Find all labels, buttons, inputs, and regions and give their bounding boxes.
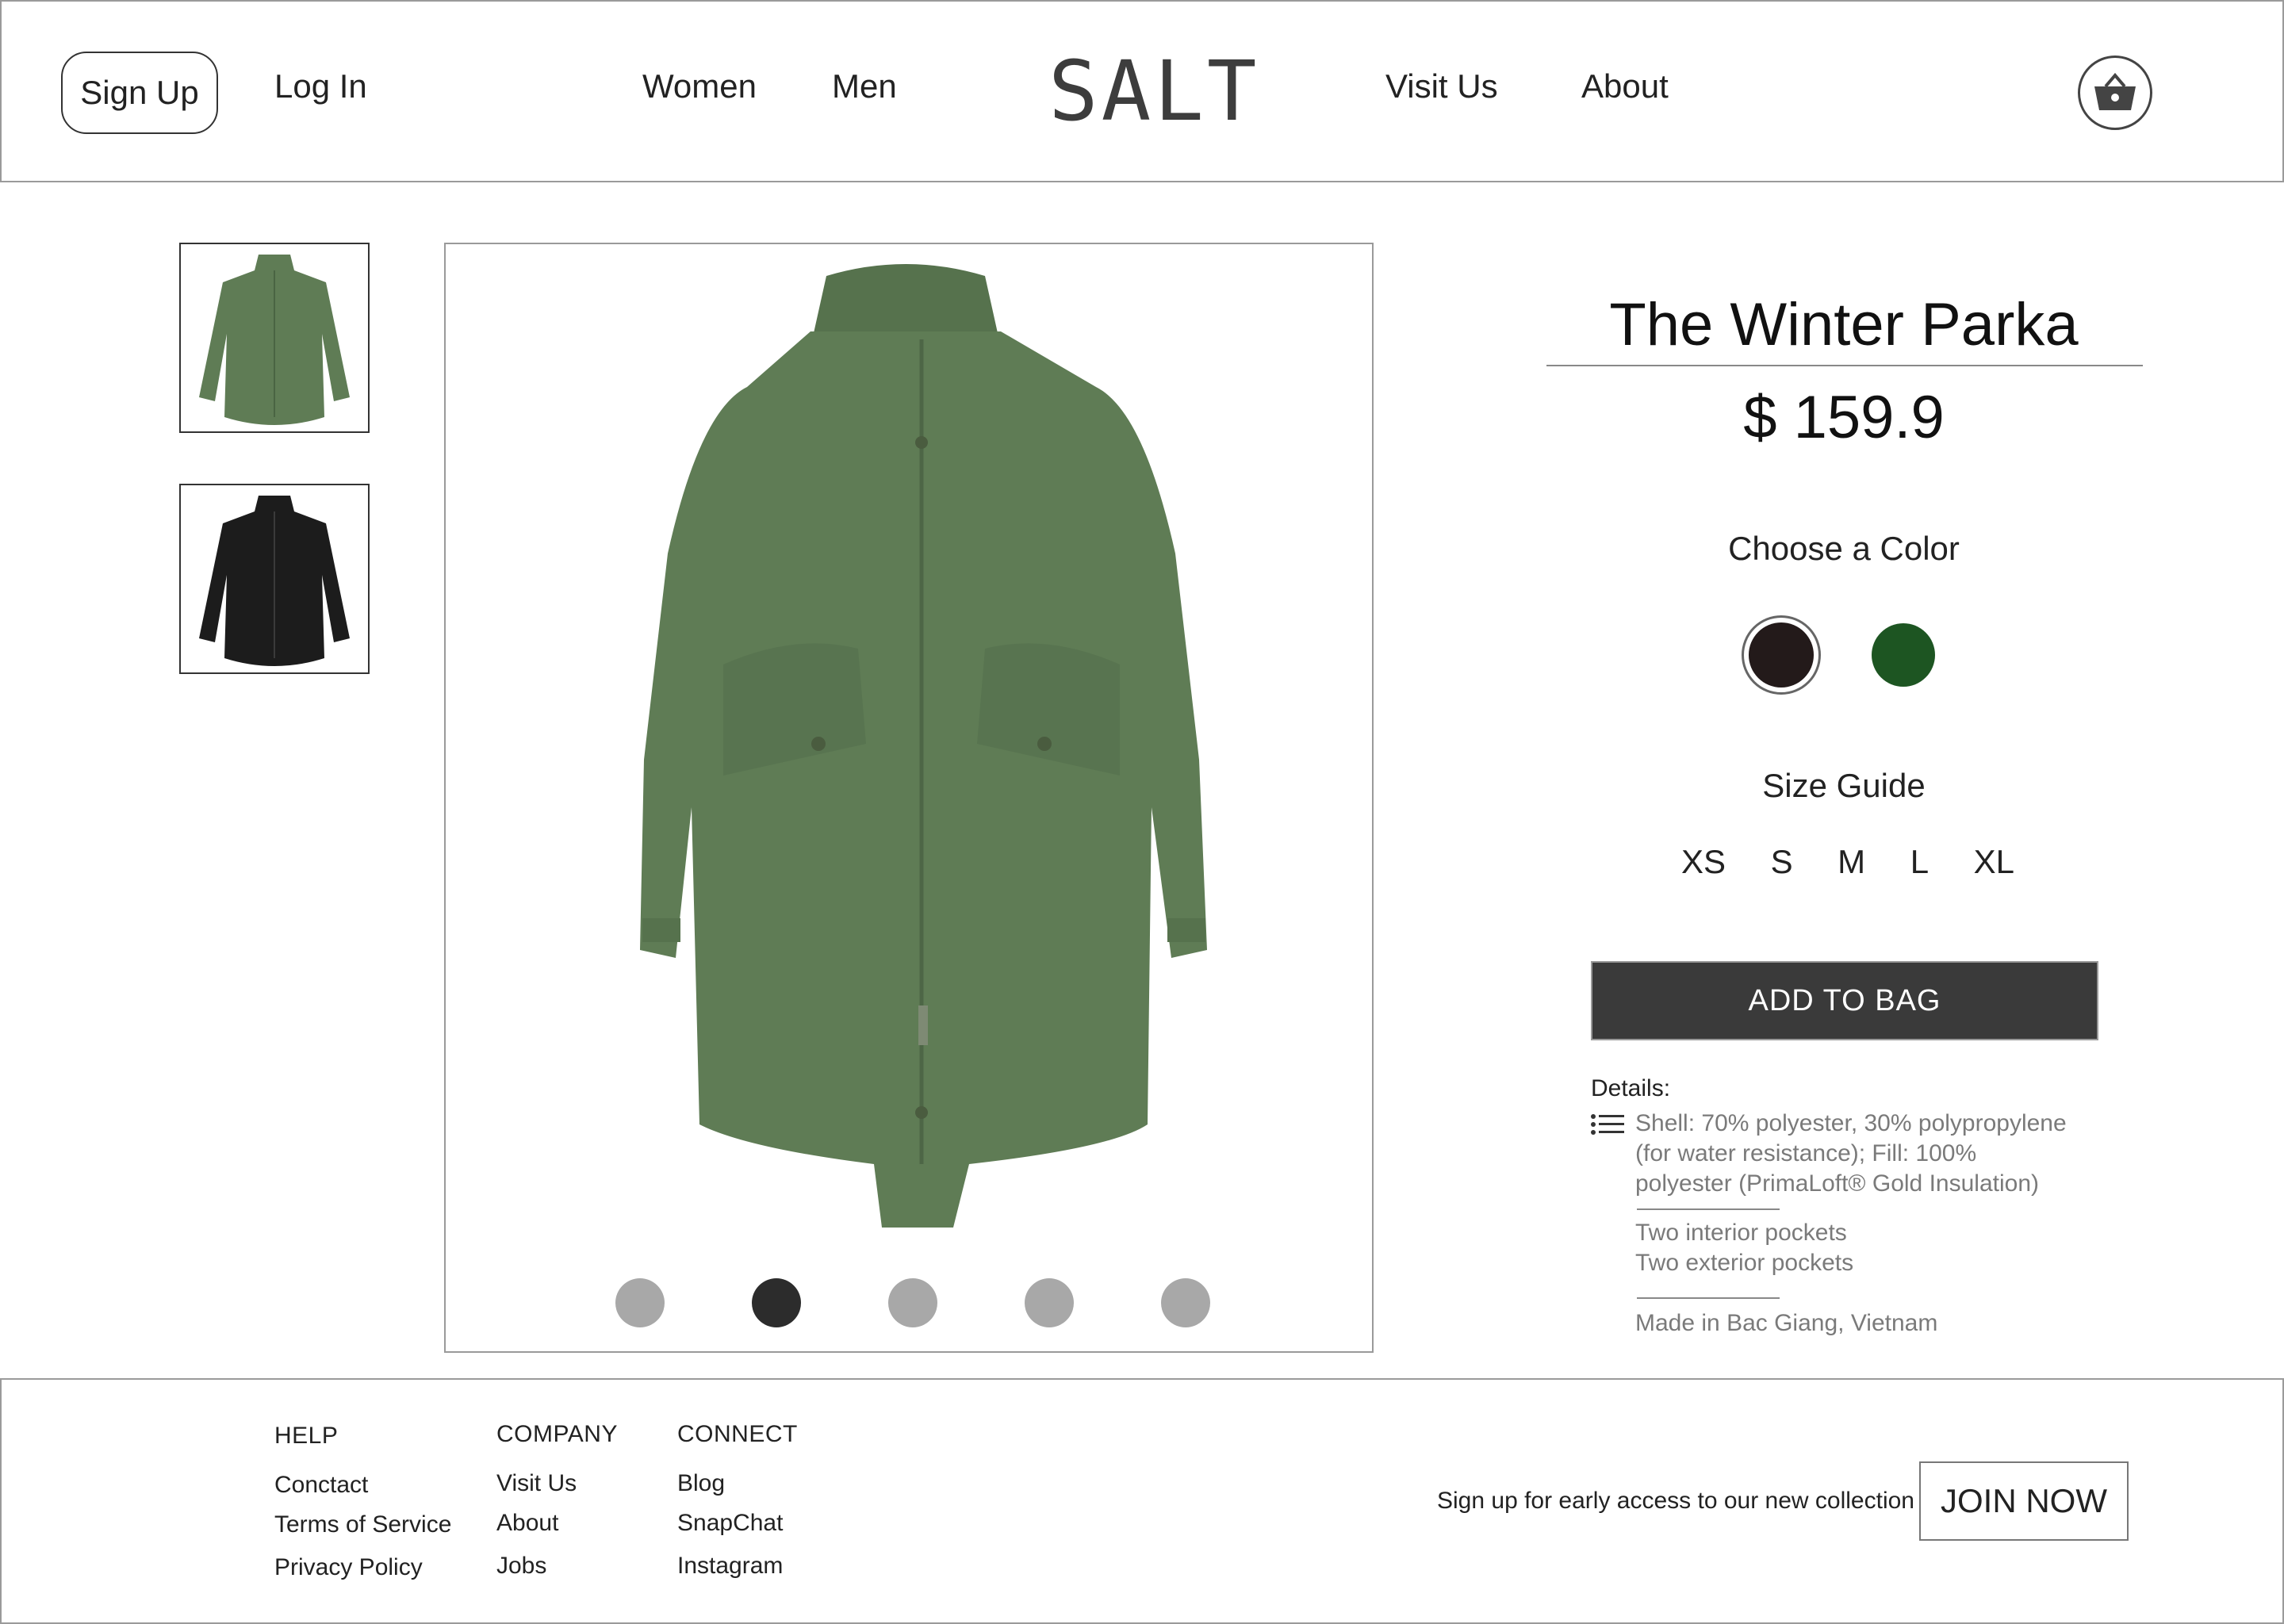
parka-image bbox=[640, 264, 1207, 1228]
color-swatch-black-fill bbox=[1749, 622, 1814, 688]
product-price: $ 159.9 bbox=[1743, 384, 1945, 451]
details-divider bbox=[1637, 1297, 1780, 1299]
footer-help-heading: HELP bbox=[274, 1423, 339, 1449]
footer-company-heading: COMPANY bbox=[496, 1421, 618, 1447]
thumbnail-green[interactable] bbox=[179, 243, 370, 433]
parka-thumbnail-image bbox=[199, 255, 350, 425]
signup-button[interactable]: Sign Up bbox=[61, 52, 218, 134]
footer-link-visit-us[interactable]: Visit Us bbox=[496, 1470, 577, 1497]
nav-women[interactable]: Women bbox=[642, 67, 757, 106]
join-now-button[interactable]: JOIN NOW bbox=[1919, 1461, 2129, 1541]
site-header: Sign Up Log In Women Men SALT Visit Us A… bbox=[0, 0, 2284, 182]
color-swatch-green[interactable] bbox=[1872, 623, 1935, 687]
carousel-dot-5[interactable] bbox=[1161, 1278, 1210, 1327]
list-icon bbox=[1591, 1114, 1624, 1135]
footer-link-terms[interactable]: Terms of Service bbox=[274, 1511, 451, 1538]
carousel-dot-4[interactable] bbox=[1025, 1278, 1074, 1327]
color-swatch-black[interactable] bbox=[1742, 615, 1821, 695]
details-divider bbox=[1637, 1208, 1780, 1210]
size-m[interactable]: M bbox=[1838, 843, 1865, 884]
add-to-bag-button[interactable]: ADD TO BAG bbox=[1591, 961, 2098, 1040]
thumbnail-black[interactable] bbox=[179, 484, 370, 674]
size-l[interactable]: L bbox=[1910, 843, 1929, 884]
footer-link-blog[interactable]: Blog bbox=[677, 1470, 725, 1497]
footer-link-privacy[interactable]: Privacy Policy bbox=[274, 1554, 423, 1581]
size-xl[interactable]: XL bbox=[1974, 843, 2014, 884]
carousel-dot-2[interactable] bbox=[752, 1278, 801, 1327]
product-title: The Winter Parka bbox=[1609, 291, 2079, 358]
basket-icon bbox=[2094, 72, 2136, 110]
size-xs[interactable]: XS bbox=[1681, 843, 1726, 884]
size-s[interactable]: S bbox=[1771, 843, 1793, 884]
size-guide-label[interactable]: Size Guide bbox=[1546, 766, 2141, 806]
newsletter-text: Sign up for early access to our new coll… bbox=[1437, 1488, 1914, 1514]
detail-origin: Made in Bac Giang, Vietnam bbox=[1635, 1310, 1938, 1336]
footer-link-about[interactable]: About bbox=[496, 1510, 558, 1537]
footer-link-jobs[interactable]: Jobs bbox=[496, 1553, 546, 1580]
brand-logo[interactable]: SALT bbox=[1048, 48, 1256, 135]
nav-about[interactable]: About bbox=[1581, 67, 1669, 106]
title-divider bbox=[1546, 365, 2143, 366]
carousel-dot-3[interactable] bbox=[888, 1278, 937, 1327]
cart-button[interactable] bbox=[2078, 56, 2152, 130]
detail-shell-line-3: polyester (PrimaLoft® Gold Insulation) bbox=[1635, 1170, 2039, 1197]
details-label: Details: bbox=[1591, 1075, 1671, 1101]
footer-link-snapchat[interactable]: SnapChat bbox=[677, 1510, 783, 1537]
detail-shell-line-1: Shell: 70% polyester, 30% polypropylene bbox=[1635, 1110, 2067, 1136]
product-main-image bbox=[444, 243, 1374, 1353]
parka-thumbnail-image bbox=[199, 496, 350, 666]
login-link[interactable]: Log In bbox=[274, 67, 367, 106]
footer-link-instagram[interactable]: Instagram bbox=[677, 1553, 783, 1580]
carousel-dot-1[interactable] bbox=[615, 1278, 665, 1327]
footer-link-contact[interactable]: Conctact bbox=[274, 1472, 368, 1499]
nav-visit-us[interactable]: Visit Us bbox=[1385, 67, 1498, 106]
footer-connect-heading: CONNECT bbox=[677, 1421, 798, 1447]
detail-shell-line-2: (for water resistance); Fill: 100% bbox=[1635, 1140, 1977, 1166]
detail-pockets-exterior: Two exterior pockets bbox=[1635, 1250, 1854, 1276]
color-label: Choose a Color bbox=[1728, 530, 1960, 567]
nav-men[interactable]: Men bbox=[832, 67, 897, 106]
detail-pockets-interior: Two interior pockets bbox=[1635, 1220, 1847, 1246]
size-selector: XS S M L XL bbox=[1681, 843, 2014, 884]
